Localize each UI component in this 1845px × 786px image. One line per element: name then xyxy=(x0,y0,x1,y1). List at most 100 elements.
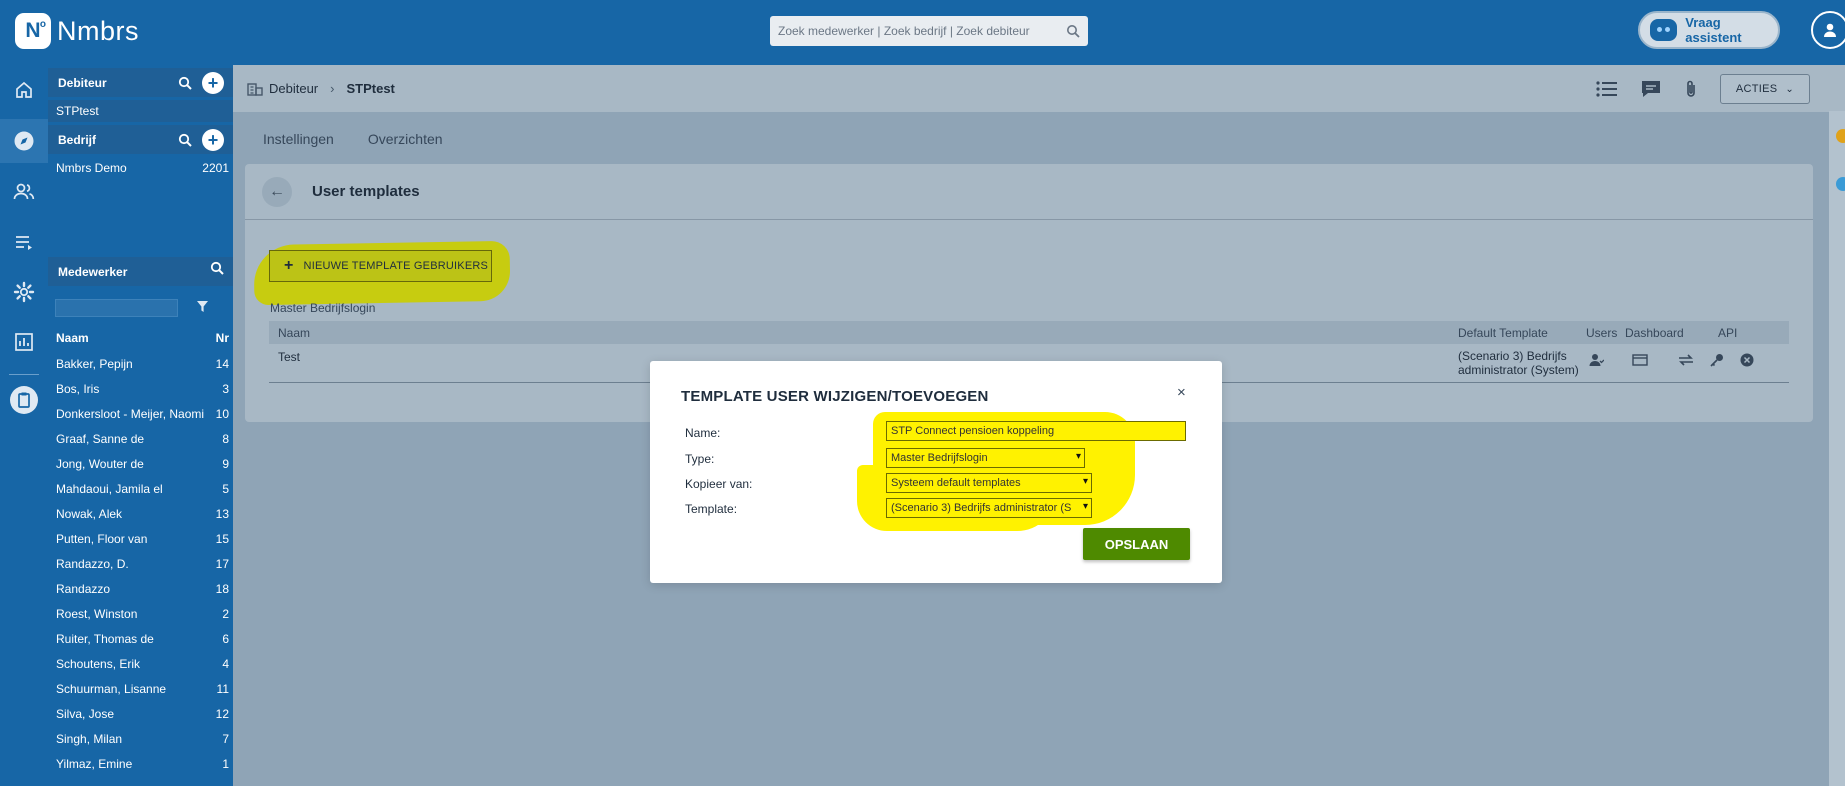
list-item[interactable]: Jong, Wouter de 9 xyxy=(48,451,233,476)
search-icon[interactable] xyxy=(210,261,224,275)
list-item[interactable]: Randazzo 18 xyxy=(48,576,233,601)
search-icon[interactable] xyxy=(178,133,192,147)
list-item[interactable]: Yilmaz, Emine 1 xyxy=(48,751,233,776)
gear-icon xyxy=(13,281,35,303)
name-field[interactable]: STP Connect pensioen koppeling xyxy=(886,421,1186,441)
list-item[interactable]: Schuurman, Lisanne 11 xyxy=(48,676,233,701)
employee-nr: 10 xyxy=(215,406,229,421)
employee-nr: 17 xyxy=(215,556,229,571)
sidebar-item-debiteur[interactable]: STPtest xyxy=(48,100,233,122)
list-item[interactable]: Silva, Jose 12 xyxy=(48,701,233,726)
employee-nr: 3 xyxy=(222,381,229,396)
chart-icon xyxy=(15,333,33,351)
list-item[interactable]: Bakker, Pepijn 14 xyxy=(48,351,233,376)
breadcrumb: Debiteur › STPtest ACTIES ⌄ xyxy=(233,65,1845,112)
search-icon[interactable] xyxy=(178,76,192,90)
type-value: Master Bedrijfslogin xyxy=(891,452,988,464)
rail-home[interactable] xyxy=(0,68,48,112)
global-search-input[interactable] xyxy=(778,24,1066,38)
name-label: Name: xyxy=(685,426,721,440)
employee-col-name[interactable]: Naam xyxy=(56,331,89,345)
acties-button[interactable]: ACTIES ⌄ xyxy=(1720,74,1810,104)
list-item[interactable]: Singh, Milan 7 xyxy=(48,726,233,751)
col-users: Users xyxy=(1586,326,1618,340)
profile-button[interactable] xyxy=(1811,11,1845,49)
col-dashboard: Dashboard xyxy=(1625,326,1684,340)
plus-icon[interactable]: + xyxy=(202,129,224,151)
rail-reports[interactable] xyxy=(0,320,48,364)
new-template-button[interactable]: + NIEUWE TEMPLATE GEBRUIKERS xyxy=(269,250,492,282)
brand-logo[interactable]: No Nmbrs xyxy=(15,13,139,49)
rail-settings[interactable] xyxy=(0,270,48,314)
employee-name: Schoutens, Erik xyxy=(56,656,141,671)
list-item[interactable]: Roest, Winston 2 xyxy=(48,601,233,626)
employee-nr: 15 xyxy=(215,531,229,546)
notification-dot[interactable] xyxy=(1836,177,1845,191)
home-icon xyxy=(16,81,32,98)
sidebar-item-number: 2201 xyxy=(202,161,229,175)
toolbar: ACTIES ⌄ xyxy=(1596,74,1810,104)
back-button[interactable]: ← xyxy=(262,176,292,207)
employee-filter-input[interactable] xyxy=(55,299,178,317)
col-default-template: Default Template xyxy=(1458,326,1548,340)
api-key-icon[interactable] xyxy=(1708,351,1726,369)
employee-filter xyxy=(55,297,225,319)
row-default-template: (Scenario 3) Bedrijfs administrator (Sys… xyxy=(1458,349,1579,377)
list-item[interactable]: Ruiter, Thomas de 6 xyxy=(48,626,233,651)
table-header: Naam Default Template Users Dashboard AP… xyxy=(269,321,1789,344)
tab-instellingen[interactable]: Instellingen xyxy=(263,131,334,147)
employee-name: Randazzo xyxy=(56,581,111,596)
close-icon[interactable]: × xyxy=(1177,384,1186,401)
list-item[interactable]: Mahdaoui, Jamila el 5 xyxy=(48,476,233,501)
employee-name: Mahdaoui, Jamila el xyxy=(56,481,163,496)
type-select[interactable]: Master Bedrijfslogin ▾ xyxy=(886,448,1085,468)
assistant-button[interactable]: Vraag assistent xyxy=(1638,11,1780,49)
list-item[interactable]: Bos, Iris 3 xyxy=(48,376,233,401)
list-item[interactable]: Schoutens, Erik 4 xyxy=(48,651,233,676)
tab-overzichten[interactable]: Overzichten xyxy=(368,131,443,147)
list-view-icon[interactable] xyxy=(1596,80,1618,98)
list-item[interactable]: Donkersloot - Meijer, Naomi 10 xyxy=(48,401,233,426)
rail-list[interactable] xyxy=(0,220,48,264)
global-search[interactable] xyxy=(770,16,1088,46)
chevron-down-icon: ▾ xyxy=(1082,501,1088,512)
employee-name: Ruiter, Thomas de xyxy=(56,631,154,646)
sidebar-debiteur-title: Debiteur xyxy=(58,75,107,90)
notification-dot[interactable] xyxy=(1836,129,1845,143)
clipboard-icon xyxy=(10,386,38,414)
employee-nr: 8 xyxy=(222,431,229,446)
employee-name: Nowak, Alek xyxy=(56,506,123,521)
list-item[interactable]: Nowak, Alek 13 xyxy=(48,501,233,526)
plus-icon[interactable]: + xyxy=(202,72,224,94)
search-icon[interactable] xyxy=(1066,24,1080,38)
sync-icon[interactable] xyxy=(1677,351,1695,369)
user-icon[interactable] xyxy=(1587,351,1605,369)
filter-button[interactable] xyxy=(196,300,209,316)
chat-icon[interactable] xyxy=(1640,79,1662,99)
breadcrumb-root[interactable]: Debiteur xyxy=(269,81,318,96)
employee-name: Yilmaz, Emine xyxy=(56,756,133,771)
list-item[interactable]: Randazzo, D. 17 xyxy=(48,551,233,576)
list-item[interactable]: Graaf, Sanne de 8 xyxy=(48,426,233,451)
rail-clipboard[interactable] xyxy=(0,378,48,422)
employee-name: Singh, Milan xyxy=(56,731,123,746)
users-icon xyxy=(13,183,35,200)
employee-name: Putten, Floor van xyxy=(56,531,148,546)
page-tabs: Instellingen Overzichten xyxy=(263,131,443,147)
rail-compass[interactable] xyxy=(0,119,48,163)
template-select[interactable]: (Scenario 3) Bedrijfs administrator (S ▾ xyxy=(886,498,1092,518)
plus-icon: + xyxy=(284,257,294,274)
kopieer-select[interactable]: Systeem default templates ▾ xyxy=(886,473,1092,493)
chevron-down-icon: ▾ xyxy=(1075,451,1081,462)
employee-nr: 2 xyxy=(222,606,229,621)
sidebar-item-label: STPtest xyxy=(56,104,99,118)
paperclip-icon[interactable] xyxy=(1684,79,1698,99)
save-button[interactable]: OPSLAAN xyxy=(1083,528,1190,560)
window-icon[interactable] xyxy=(1631,351,1649,369)
sidebar-item-bedrijf[interactable]: Nmbrs Demo 2201 xyxy=(48,157,233,179)
employee-col-nr[interactable]: Nr xyxy=(216,331,229,345)
delete-icon[interactable] xyxy=(1738,351,1756,369)
list-item[interactable]: Putten, Floor van 15 xyxy=(48,526,233,551)
employee-nr: 7 xyxy=(222,731,229,746)
rail-users[interactable] xyxy=(0,170,48,214)
